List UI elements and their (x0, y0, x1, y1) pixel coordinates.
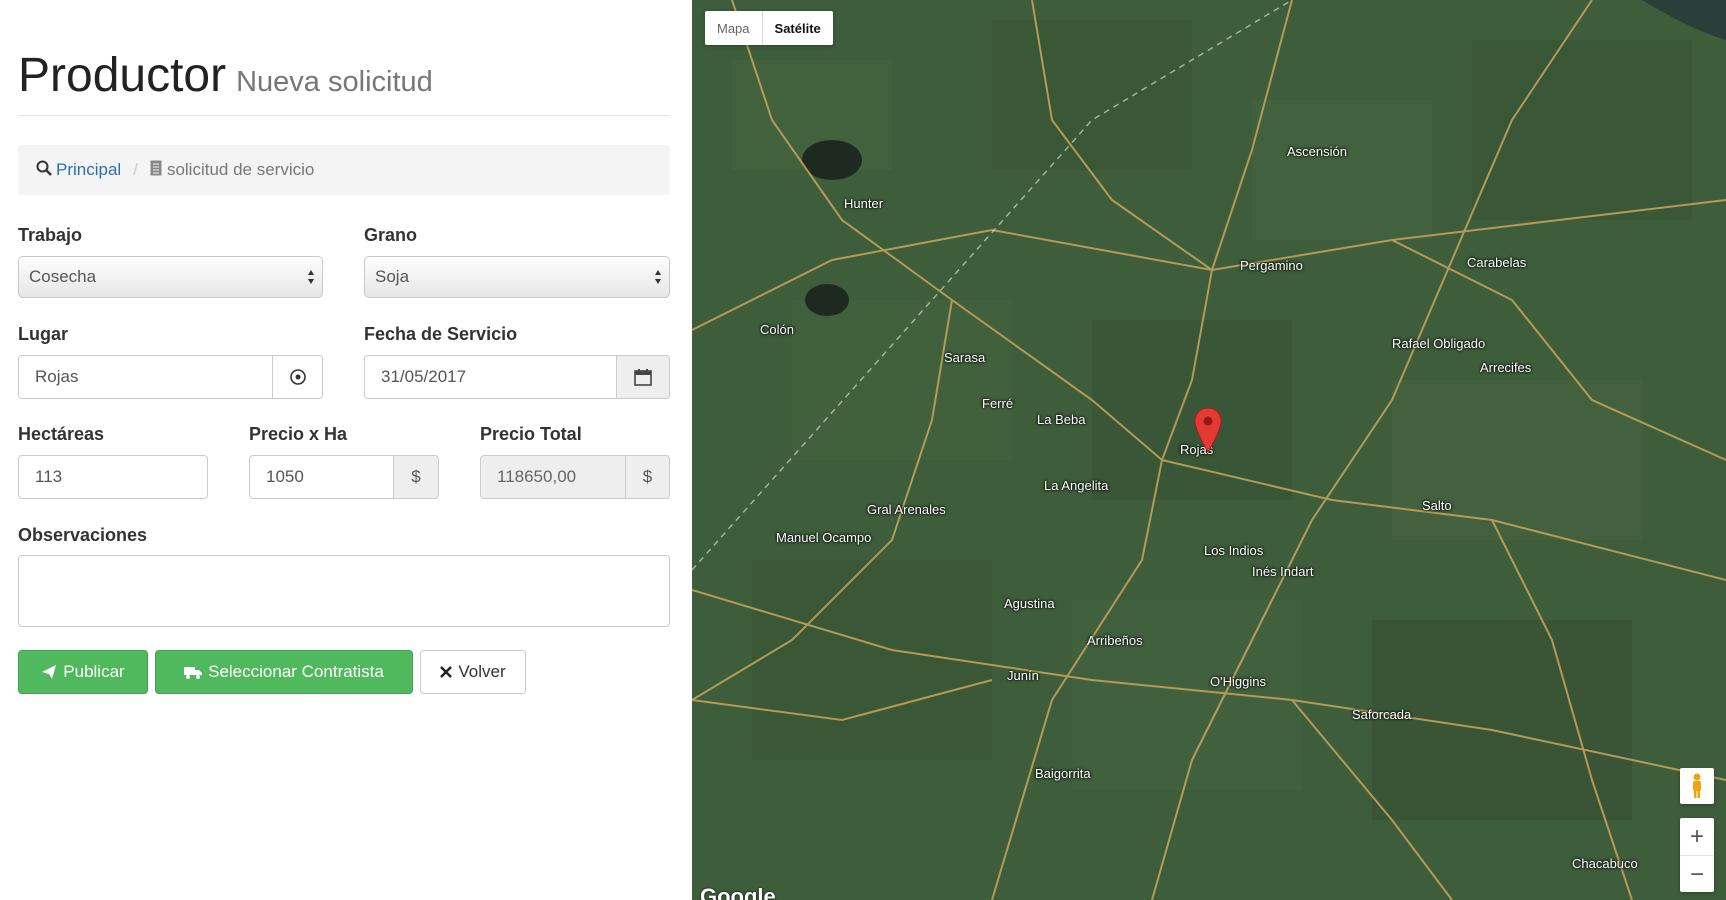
contratista-label: Seleccionar Contratista (208, 662, 384, 681)
map-label: Pergamino (1240, 258, 1303, 273)
form-panel: Productor Nueva solicitud Principal / sol… (0, 0, 690, 900)
hectareas-input[interactable]: 113 (18, 455, 208, 499)
trabajo-label: Trabajo (18, 225, 83, 245)
observaciones-textarea[interactable] (18, 555, 670, 627)
breadcrumb-home-link[interactable]: Principal (56, 160, 121, 180)
map-label: Gral Arenales (867, 502, 946, 517)
map-label: Hunter (844, 196, 884, 211)
breadcrumb-current: solicitud de servicio (166, 160, 315, 179)
map-label: Los Indios (1204, 543, 1264, 558)
precio-ha-input[interactable]: 1050 (249, 455, 394, 499)
pegman-icon (1693, 773, 1701, 798)
locate-button[interactable] (272, 355, 323, 399)
trabajo-select[interactable]: Cosecha (18, 256, 323, 298)
breadcrumb: Principal / solicitud de servicio (18, 145, 670, 195)
map-label: Saforcada (1352, 707, 1412, 722)
truck-icon (184, 667, 203, 679)
map-label: Manuel Ocampo (776, 530, 872, 545)
map-label: O'Higgins (1210, 674, 1266, 689)
map-type-control: Mapa Satélite (705, 11, 833, 45)
grano-value: Soja (375, 267, 410, 286)
select-arrows-icon (655, 270, 661, 284)
map-label: Ascensión (1287, 144, 1347, 159)
map-label: Arrecifes (1480, 360, 1532, 375)
page-header: Productor Nueva solicitud (18, 48, 433, 103)
map-label: Agustina (1004, 596, 1055, 611)
page-title: Productor (18, 49, 227, 102)
map-label: Chacabuco (1572, 856, 1638, 871)
zoom-control: + − (1680, 818, 1714, 892)
precio-total-value: 118650,00 (497, 467, 577, 486)
search-icon (36, 160, 56, 181)
map-label: Arribeños (1087, 633, 1143, 648)
map-label: Baigorrita (1035, 766, 1091, 781)
send-icon (42, 665, 57, 679)
google-logo: Google (700, 884, 776, 900)
precio-total-currency: $ (625, 455, 670, 499)
lugar-value: Rojas (35, 367, 79, 386)
location-marker-icon[interactable] (1194, 408, 1222, 452)
calendar-icon (634, 369, 652, 386)
map-label: La Angelita (1044, 478, 1109, 493)
volver-button[interactable]: Volver (420, 650, 526, 694)
street-view-button[interactable] (1680, 768, 1714, 804)
lugar-label: Lugar (18, 324, 69, 344)
publicar-label: Publicar (63, 662, 125, 681)
observaciones-label: Observaciones (18, 525, 148, 545)
zoom-out-button[interactable]: − (1680, 856, 1714, 893)
map-label: Salto (1422, 498, 1452, 513)
select-arrows-icon (308, 270, 314, 284)
satellite-map[interactable]: Mapa Satélite Pergamino Rojas Salto Chac… (692, 0, 1726, 900)
map-label: Sarasa (944, 350, 986, 365)
zoom-in-button[interactable]: + (1680, 818, 1714, 856)
map-label: Carabelas (1467, 255, 1527, 270)
volver-label: Volver (458, 662, 506, 681)
grano-label: Grano (364, 225, 418, 245)
fecha-value: 31/05/2017 (381, 367, 467, 386)
page-subtitle: Nueva solicitud (236, 66, 433, 98)
map-label: Junín (1007, 668, 1039, 683)
fecha-input[interactable]: 31/05/2017 (364, 355, 617, 399)
map-label: Colón (760, 322, 794, 337)
precio-total-input: 118650,00 (480, 455, 626, 499)
precio-ha-label: Precio x Ha (249, 424, 348, 444)
document-icon (150, 160, 162, 181)
precio-total-label: Precio Total (480, 424, 582, 444)
crosshair-icon (289, 369, 306, 385)
seleccionar-contratista-button[interactable]: Seleccionar Contratista (155, 650, 413, 694)
map-label: La Beba (1037, 412, 1086, 427)
fecha-label: Fecha de Servicio (364, 324, 518, 344)
map-label: Rafael Obligado (1392, 336, 1486, 351)
breadcrumb-separator: / (133, 160, 138, 179)
precio-ha-currency: $ (393, 455, 439, 499)
map-type-mapa[interactable]: Mapa (705, 11, 763, 45)
trabajo-value: Cosecha (29, 267, 97, 286)
precio-ha-value: 1050 (266, 467, 304, 486)
publicar-button[interactable]: Publicar (18, 650, 148, 694)
hectareas-label: Hectáreas (18, 424, 105, 444)
map-label: Ferré (982, 396, 1014, 411)
header-divider (18, 115, 670, 116)
map-label: Inés Indart (1252, 564, 1314, 579)
grano-select[interactable]: Soja (364, 256, 670, 298)
calendar-button[interactable] (616, 355, 670, 399)
lugar-input[interactable]: Rojas (18, 355, 273, 399)
map-type-satelite[interactable]: Satélite (763, 11, 833, 45)
hectareas-value: 113 (35, 467, 63, 486)
close-icon (440, 666, 453, 678)
